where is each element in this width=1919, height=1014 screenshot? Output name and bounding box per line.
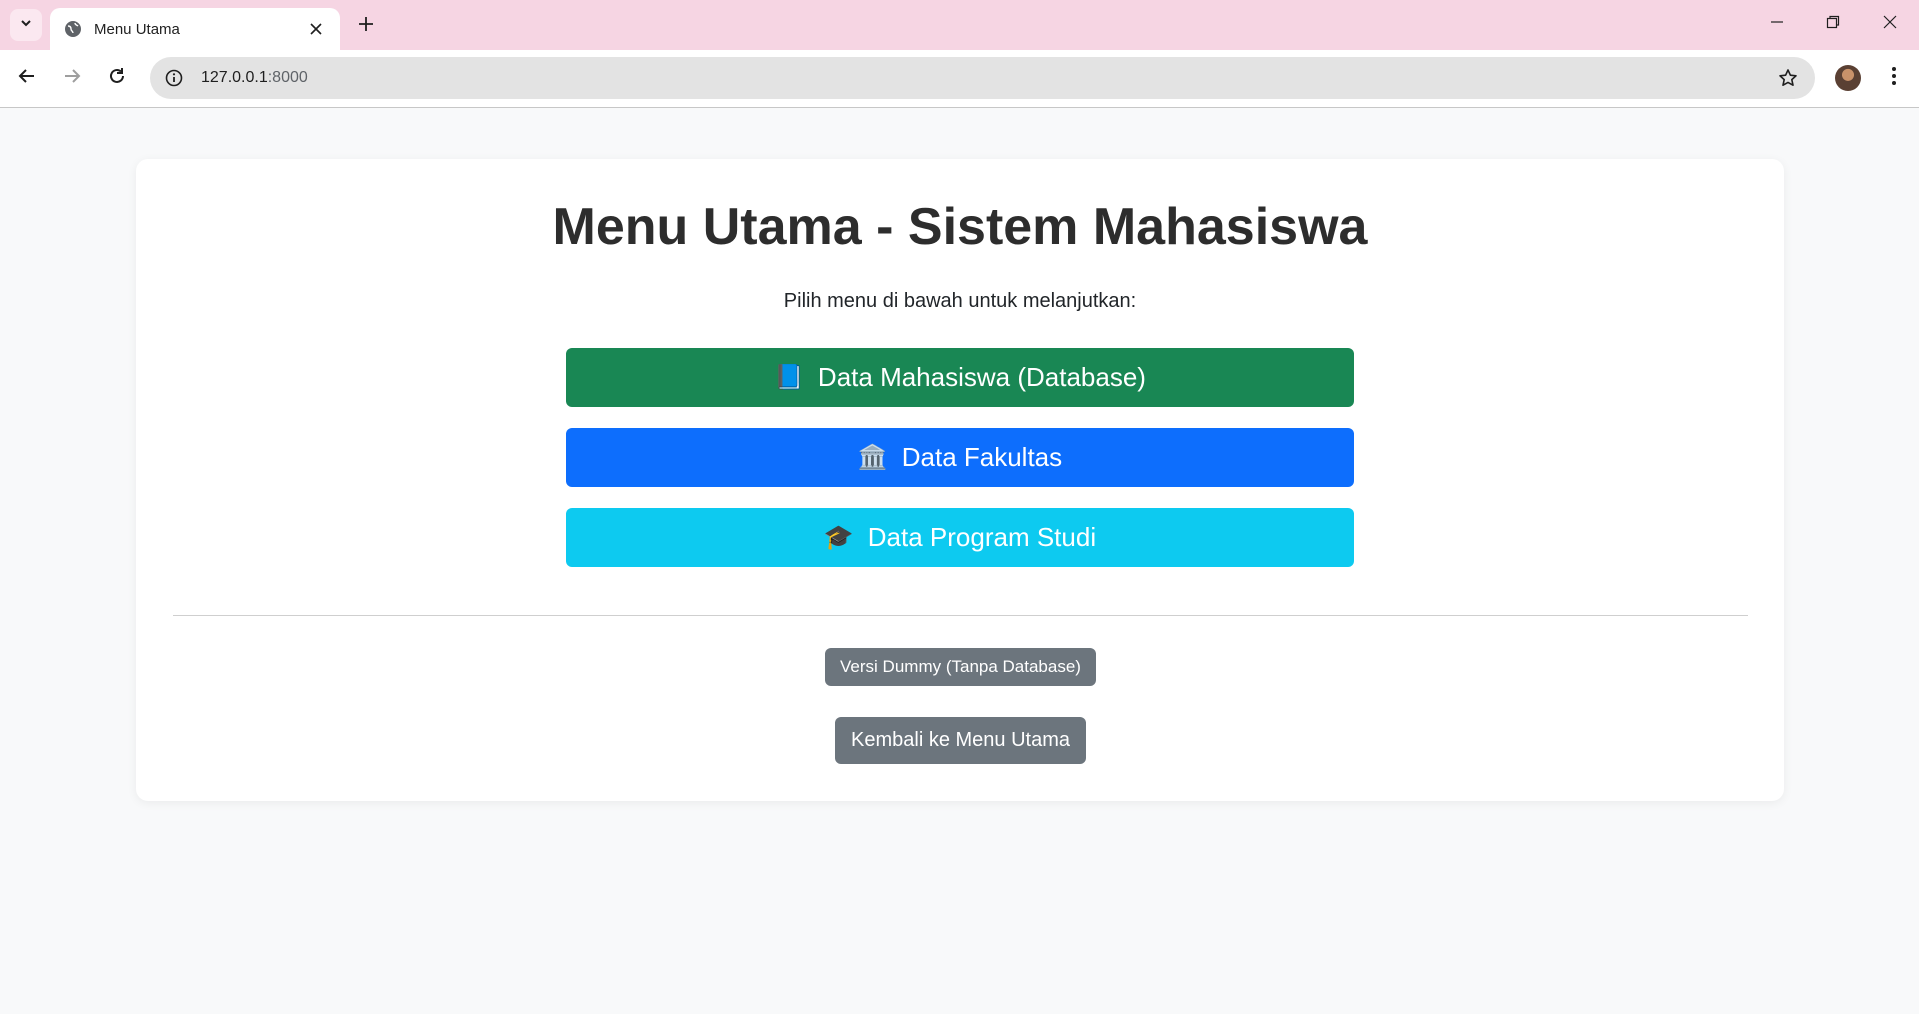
browser-tab[interactable]: Menu Utama <box>50 8 340 50</box>
arrow-right-icon <box>63 67 81 90</box>
restore-button[interactable] <box>1813 6 1853 42</box>
url-port: :8000 <box>267 69 308 86</box>
close-icon[interactable] <box>306 19 326 39</box>
graduation-cap-icon: 🎓 <box>823 524 854 551</box>
info-icon[interactable] <box>163 67 185 89</box>
main-card: Menu Utama - Sistem Mahasiswa Pilih menu… <box>136 159 1784 801</box>
minimize-button[interactable] <box>1757 6 1797 42</box>
browser-menu-button[interactable] <box>1880 64 1908 92</box>
blue-book-icon: 📘 <box>774 364 804 391</box>
back-button[interactable] <box>10 61 44 95</box>
bookmark-star-icon[interactable] <box>1777 67 1799 89</box>
address-bar[interactable]: 127.0.0.1:8000 <box>150 57 1815 99</box>
dummy-version-button[interactable]: Versi Dummy (Tanpa Database) <box>825 648 1096 686</box>
chevron-down-icon <box>19 16 33 35</box>
window-close-button[interactable] <box>1870 6 1910 42</box>
data-fakultas-label: Data Fakultas <box>901 442 1063 472</box>
browser-tab-bar: Menu Utama <box>0 0 1919 50</box>
profile-avatar[interactable] <box>1835 65 1861 91</box>
forward-button[interactable] <box>55 61 89 95</box>
restore-icon <box>1826 15 1840 34</box>
url-host: 127.0.0.1 <box>201 69 268 86</box>
divider <box>173 615 1748 616</box>
tab-title: Menu Utama <box>94 20 180 38</box>
url-text: 127.0.0.1:8000 <box>201 69 308 87</box>
page-body: Menu Utama - Sistem Mahasiswa Pilih menu… <box>0 109 1919 1014</box>
more-vertical-icon <box>1891 66 1897 91</box>
page-title: Menu Utama - Sistem Mahasiswa <box>552 198 1368 256</box>
back-to-main-menu-button[interactable]: Kembali ke Menu Utama <box>835 717 1086 764</box>
new-tab-button[interactable] <box>352 12 380 40</box>
data-fakultas-button[interactable]: 🏛️ Data Fakultas <box>566 428 1354 487</box>
data-mahasiswa-label: Data Mahasiswa (Database) <box>817 362 1146 392</box>
data-program-studi-button[interactable]: 🎓 Data Program Studi <box>566 508 1354 567</box>
globe-icon <box>64 20 82 38</box>
classical-building-icon: 🏛️ <box>857 444 888 471</box>
close-icon <box>1883 15 1897 34</box>
page-subtitle: Pilih menu di bawah untuk melanjutkan: <box>783 290 1137 312</box>
reload-icon <box>108 67 126 90</box>
data-mahasiswa-button[interactable]: 📘 Data Mahasiswa (Database) <box>566 348 1354 407</box>
minimize-icon <box>1770 15 1784 34</box>
tab-search-button[interactable] <box>10 9 42 41</box>
data-program-studi-label: Data Program Studi <box>867 522 1097 552</box>
arrow-left-icon <box>18 67 36 90</box>
plus-icon <box>358 16 374 37</box>
reload-button[interactable] <box>100 61 134 95</box>
browser-toolbar: 127.0.0.1:8000 <box>0 50 1919 108</box>
